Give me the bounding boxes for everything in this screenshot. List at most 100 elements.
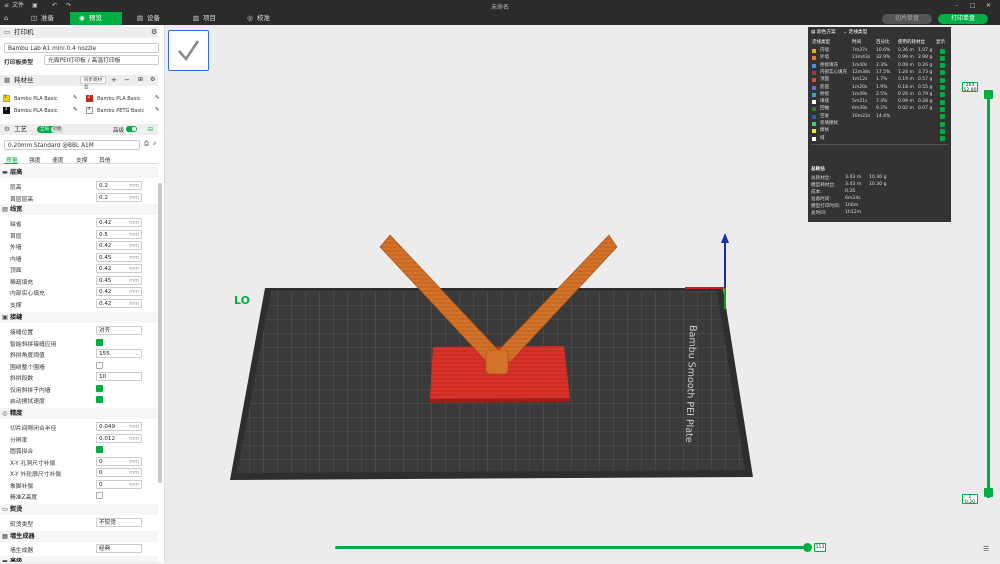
move-slider-handle[interactable] — [803, 543, 812, 552]
filament-slot-2-edit-icon[interactable]: ✎ — [155, 95, 160, 101]
filament-slot-2-name[interactable]: Bambu PLA Basic — [97, 96, 140, 102]
wall-generator-select[interactable]: 经典 — [96, 544, 142, 553]
subtab-strength[interactable]: 强度 — [29, 155, 41, 164]
legend-visibility-checkbox[interactable] — [940, 136, 945, 142]
layer-slider[interactable]: 264 52.80 1 0.20 — [962, 82, 993, 505]
legend-row[interactable]: 外墙 23m43s 32.9% 0.99 m 2.98 g — [808, 54, 951, 61]
layer-top-handle[interactable] — [984, 90, 993, 99]
save-preset-icon[interactable]: ⎙ — [144, 140, 149, 148]
legend-visibility-checkbox[interactable] — [940, 48, 945, 54]
filament-slot-4-edit-icon[interactable]: ✎ — [155, 107, 160, 113]
legend-row[interactable]: 内部实心填充 12m38s 17.5% 1.24 m 3.73 g — [808, 69, 951, 76]
filament-slot-1-name[interactable]: Bambu PLA Basic — [14, 96, 57, 102]
legend-row[interactable]: 回抽 6m39s 9.2% 0.02 m 0.07 g — [808, 105, 951, 112]
elephant-foot-input[interactable]: 0 mm — [96, 479, 142, 489]
advanced-toggle[interactable] — [126, 126, 137, 132]
ironing-type-select[interactable]: 不熨烫 — [96, 518, 142, 527]
filament-slot-3-edit-icon[interactable]: ✎ — [73, 107, 78, 113]
legend-row[interactable]: 底面 1m20s 1.9% 0.18 m 0.55 g — [808, 84, 951, 91]
legend-row[interactable]: 桥接 1m49s 2.5% 0.26 m 0.79 g — [808, 91, 951, 98]
tab-prepare[interactable]: ◫ 准备 — [22, 12, 68, 25]
legend-visibility-checkbox[interactable] — [940, 70, 945, 76]
scarf-angle-select[interactable]: 155 ⌄ — [96, 349, 142, 358]
legend-visibility-checkbox[interactable] — [940, 121, 945, 127]
filament-edit-icon[interactable]: ⊞ — [138, 76, 143, 83]
slice-plate-button[interactable]: 切片单盘 — [882, 14, 932, 24]
maximize-icon[interactable]: □ — [970, 1, 976, 11]
legend-visibility-checkbox[interactable] — [940, 106, 945, 112]
arc-fitting-checkbox[interactable] — [96, 446, 103, 453]
mode-global[interactable]: 全局 — [40, 126, 49, 133]
slice-gap-input[interactable]: 0.049 mm — [96, 422, 142, 431]
legend-row[interactable]: 桥接填充 1m40s 2.3% 0.09 m 0.26 g — [808, 62, 951, 69]
printer-select[interactable]: Bambu Lab A1 mini 0.4 nozzle — [4, 43, 159, 53]
precise-z-checkbox[interactable] — [96, 492, 103, 499]
process-preset-select[interactable]: 0.20mm Standard @BBL A1M — [4, 140, 140, 150]
legend-visibility-checkbox[interactable] — [940, 77, 945, 83]
move-slider[interactable]: 113 — [333, 543, 826, 553]
sync-filament-button[interactable]: 同步耗材丝 — [80, 76, 106, 90]
legend-visibility-checkbox[interactable] — [940, 99, 945, 105]
lw-first-input[interactable]: 0.5 mm — [96, 229, 142, 239]
filament-slot-4-name[interactable]: Bambu PETG Basic — [97, 108, 144, 114]
close-icon[interactable]: ✕ — [986, 1, 991, 11]
scarf-steps-input[interactable]: 10 — [96, 372, 142, 381]
legend-visibility-checkbox[interactable] — [940, 92, 945, 98]
global-object-toggle[interactable]: 全局 对象 — [37, 126, 63, 133]
lw-default-input[interactable]: 0.42 mm — [96, 218, 142, 227]
search-icon[interactable]: ⌕ — [153, 140, 156, 148]
print-plate-button[interactable]: 打印单盘 — [938, 14, 988, 24]
tab-project[interactable]: ▥ 项目 — [184, 12, 230, 25]
layer-height-input[interactable]: 0.2 mm — [96, 181, 142, 190]
subtab-support[interactable]: 支撑 — [76, 155, 88, 164]
legend-visibility-checkbox[interactable] — [940, 114, 945, 120]
scarf-inner-walls-checkbox[interactable] — [96, 384, 103, 392]
settings-scrollbar[interactable] — [158, 183, 162, 483]
layers-icon[interactable]: ☰ — [983, 545, 989, 553]
mode-object[interactable]: 对象 — [51, 126, 63, 133]
xy-contour-input[interactable]: 0 mm — [96, 468, 142, 477]
legend-row[interactable]: 装填擦拭 — [808, 120, 951, 127]
lw-solid-input[interactable]: 0.42 mm — [96, 287, 142, 296]
home-icon[interactable]: ⌂ — [0, 12, 14, 25]
lw-top-input[interactable]: 0.42 mm — [96, 264, 142, 273]
lw-support-input[interactable]: 0.42 mm — [96, 298, 142, 308]
legend-row[interactable]: 缝 — [808, 135, 951, 142]
legend-row[interactable]: 填缝 5m21s 7.4% 0.09 m 0.28 g — [808, 98, 951, 105]
compare-icon[interactable]: ⊟ — [148, 126, 153, 133]
legend-row[interactable]: 空驶 10m22s 14.4% — [808, 113, 951, 120]
remove-filament-icon[interactable]: − — [124, 76, 130, 84]
tab-preview[interactable]: ◉ 预览 — [70, 12, 122, 25]
xy-hole-input[interactable]: 0 mm — [96, 456, 142, 466]
legend-row[interactable]: 擦拭 — [808, 127, 951, 134]
legend-visibility-checkbox[interactable] — [940, 63, 945, 69]
lw-sparse-input[interactable]: 0.45 mm — [96, 275, 142, 285]
legend-visibility-checkbox[interactable] — [940, 55, 945, 61]
filament-settings-icon[interactable]: ⚙ — [150, 76, 155, 83]
add-filament-icon[interactable]: + — [111, 76, 117, 84]
tab-calibration[interactable]: ◎ 校准 — [238, 12, 284, 25]
plate-thumbnail[interactable] — [168, 30, 209, 71]
filament-slot-3-name[interactable]: Bambu PLA Basic — [14, 108, 57, 114]
plate-type-select[interactable]: 光面PEI打印板 / 高温打印板 — [44, 55, 159, 65]
tab-device[interactable]: ▤ 设备 — [128, 12, 174, 25]
scarf-entire-loop-checkbox[interactable] — [96, 361, 103, 369]
legend-visibility-checkbox[interactable] — [940, 85, 945, 90]
filament-slot-1-edit-icon[interactable]: ✎ — [73, 95, 78, 101]
subtab-speed[interactable]: 速度 — [52, 155, 64, 164]
lw-inner-input[interactable]: 0.45 mm — [96, 252, 142, 262]
wipe-speed-checkbox[interactable] — [96, 396, 103, 403]
color-scheme-select[interactable]: ⌄ 走线类型 — [843, 30, 867, 35]
printer-settings-icon[interactable]: ⚙ — [151, 28, 157, 36]
subtab-others[interactable]: 其他 — [99, 155, 111, 164]
resolution-input[interactable]: 0.012 mm — [96, 433, 142, 443]
legend-row[interactable]: 内墙 7m37s 10.6% 0.36 m 1.07 g — [808, 47, 951, 54]
seam-position-select[interactable]: 对齐 — [96, 326, 142, 335]
smart-scarf-checkbox[interactable] — [96, 338, 103, 346]
lw-outer-input[interactable]: 0.42 mm — [96, 241, 142, 250]
layer-bottom-handle[interactable] — [984, 488, 993, 497]
legend-row[interactable]: 顶面 1m12s 1.7% 0.19 m 0.57 g — [808, 76, 951, 83]
legend-visibility-checkbox[interactable] — [940, 128, 945, 134]
first-layer-height-input[interactable]: 0.2 mm — [96, 192, 142, 202]
minimize-icon[interactable]: – — [955, 1, 958, 11]
